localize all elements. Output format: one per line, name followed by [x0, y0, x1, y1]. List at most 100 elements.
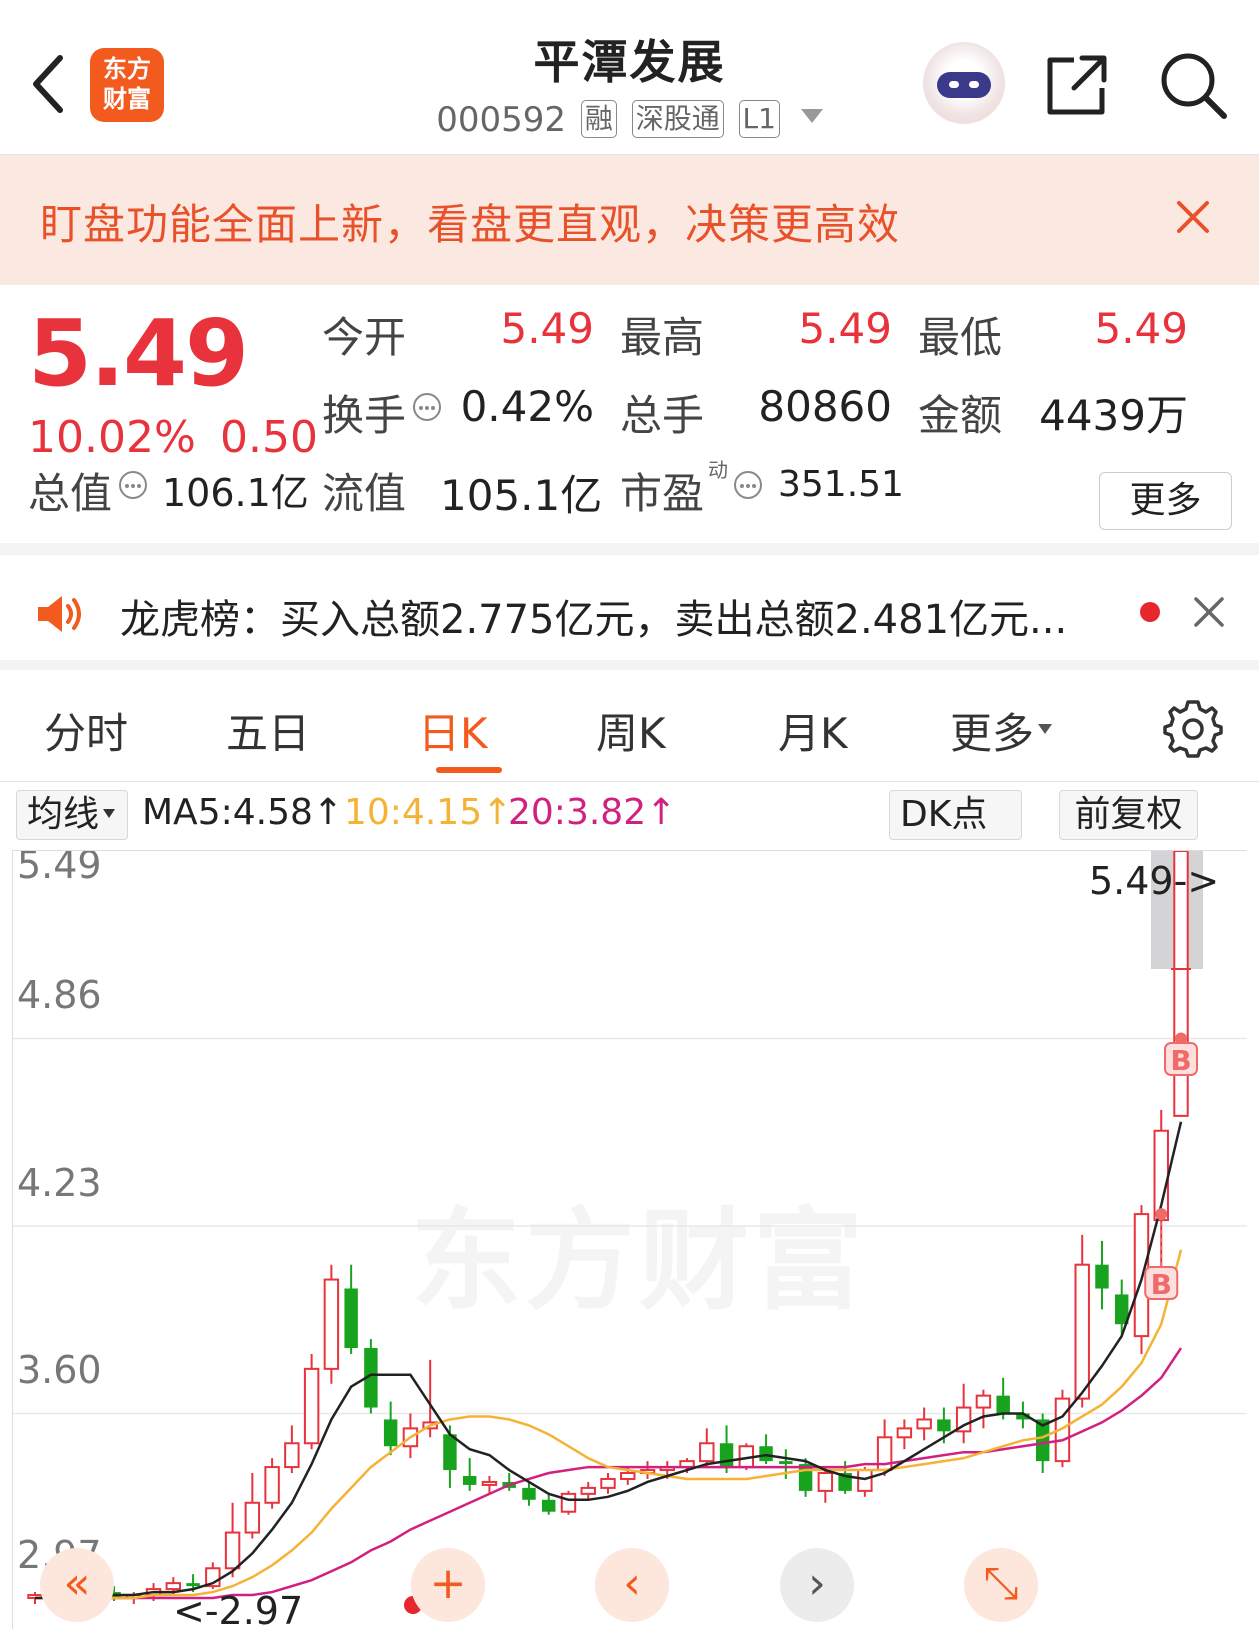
info-dots-icon[interactable] [412, 392, 442, 422]
tab-weekly-k[interactable]: 周K [596, 700, 666, 761]
last-price-marker: 5.49-> [1089, 859, 1220, 903]
candle-body [462, 1476, 477, 1485]
top-header: 东方 财富 平潭发展 000592 融 深股通 L1 [0, 0, 1259, 155]
candle-body [759, 1446, 773, 1462]
signal-label: B [1151, 1268, 1172, 1301]
ma-indicator-bar: 均线 MA5:4.58↑ 10:4.15↑ 20:3.82↑ DK点 前复权 [0, 790, 1259, 842]
zoom-in-button[interactable]: + [411, 1548, 485, 1622]
candle-body [224, 1531, 241, 1570]
info-dots-icon[interactable] [118, 470, 148, 500]
caret-down-icon [103, 809, 116, 818]
tab-intraday[interactable]: 分时 [44, 700, 128, 761]
tag-margin: 融 [580, 100, 617, 138]
candle-body [857, 1469, 873, 1492]
adjust-button[interactable]: 前复权 [1059, 790, 1198, 840]
ma20-value: 20:3.82↑ [508, 792, 677, 833]
candle-body [600, 1477, 616, 1489]
float-label: 流值 [322, 469, 407, 518]
candle-body [264, 1466, 280, 1504]
signal-dot [1155, 1208, 1168, 1221]
turnover-value: 0.42% [460, 382, 594, 431]
candle-body [719, 1443, 734, 1468]
candle-body [481, 1480, 498, 1486]
candle-body [996, 1395, 1010, 1414]
dragon-tiger-notice[interactable]: 龙虎榜：买入总额2.775亿元，卖出总额2.481亿元... [0, 555, 1259, 670]
candle-body [443, 1434, 457, 1471]
y-tick-label: 4.86 [17, 973, 102, 1017]
candle-body [244, 1501, 261, 1534]
prev-button[interactable]: ‹ [595, 1548, 669, 1622]
tab-daily-k[interactable]: 日K [418, 700, 488, 761]
search-icon[interactable] [1158, 50, 1228, 120]
amount-value: 4439万 [1039, 391, 1188, 440]
more-button[interactable]: 更多 [1099, 472, 1232, 530]
banner-text: 盯盘功能全面上新，看盘更直观，决策更高效 [40, 200, 901, 249]
kline-svg: BB [13, 851, 1247, 1604]
robot-eye [969, 81, 979, 88]
volume-label: 总手 [620, 391, 705, 440]
fullscreen-button[interactable]: ⤡ [964, 1548, 1038, 1622]
volume-value: 80860 [758, 382, 892, 431]
current-price: 5.49 [28, 300, 249, 407]
candle-body [580, 1486, 596, 1495]
pe-dynamic-mark: 动 [708, 458, 728, 482]
ma10-line [35, 1249, 1183, 1600]
turnover-label: 换手 [322, 391, 407, 440]
dk-label: DK点 [900, 794, 988, 835]
candle-body [937, 1419, 951, 1432]
tab-monthly-k[interactable]: 月K [778, 700, 848, 761]
pe-value: 351.51 [778, 464, 904, 505]
mcap-value: 106.1亿 [162, 471, 309, 515]
rewind-button[interactable]: « [40, 1548, 114, 1622]
section-divider [0, 543, 1259, 555]
open-label: 今开 [322, 313, 407, 362]
candle-body [896, 1427, 913, 1439]
candle-body [344, 1288, 358, 1349]
unread-dot [1140, 602, 1160, 622]
y-tick-label: 5.49 [17, 850, 102, 887]
candle-body [1095, 1264, 1109, 1289]
candle-body [779, 1461, 793, 1465]
tab-more[interactable]: 更多 [950, 700, 1053, 761]
indicator-label: 均线 [27, 794, 100, 835]
dk-point-button[interactable]: DK点 [889, 790, 1022, 840]
next-button[interactable]: › [780, 1548, 854, 1622]
candle-body [560, 1492, 577, 1513]
low-price-marker: <-2.97 [173, 1589, 304, 1629]
candle-body [186, 1583, 200, 1587]
ma5-value: MA5:4.58↑ [142, 792, 344, 833]
low-value: 5.49 [1094, 304, 1188, 353]
y-tick-label: 3.60 [17, 1348, 102, 1392]
caret-down-icon [1038, 724, 1053, 734]
candle-body [620, 1472, 636, 1480]
tag-sz-connect: 深股通 [631, 100, 724, 138]
change-percent: 10.02% [28, 412, 196, 463]
candle-body [1074, 1263, 1090, 1400]
change-amount: 0.50 [220, 412, 318, 463]
gear-icon[interactable] [1163, 698, 1223, 758]
amount-label: 金额 [918, 391, 1003, 440]
robot-eye [949, 81, 959, 88]
info-dots-icon[interactable] [733, 470, 763, 500]
indicator-selector[interactable]: 均线 [16, 790, 128, 840]
high-value: 5.49 [798, 304, 892, 353]
candle-body [522, 1487, 536, 1500]
candle-body [817, 1472, 834, 1492]
period-tabs: 分时 五日 日K 周K 月K 更多 [0, 670, 1259, 782]
kline-chart[interactable]: 东方财富 BB 5.49 4.86 4.23 3.60 2.97 5.49-> … [12, 850, 1247, 1629]
tab-five-day[interactable]: 五日 [226, 700, 310, 761]
close-icon[interactable] [1192, 595, 1226, 629]
chevron-down-icon[interactable] [800, 109, 823, 123]
promo-banner[interactable]: 盯盘功能全面上新，看盘更直观，决策更高效 [0, 155, 1259, 285]
open-value: 5.49 [500, 304, 594, 353]
stock-code: 000592 [436, 100, 567, 140]
section-divider [0, 660, 1259, 670]
candle-body [303, 1367, 320, 1445]
share-icon[interactable] [1044, 52, 1110, 118]
notice-text: 龙虎榜：买入总额2.775亿元，卖出总额2.481亿元... [120, 597, 1068, 643]
candle-body [383, 1419, 398, 1447]
assistant-robot-icon[interactable] [923, 42, 1005, 124]
close-icon[interactable] [1175, 199, 1211, 235]
tag-level: L1 [738, 100, 780, 138]
robot-face [937, 72, 991, 98]
